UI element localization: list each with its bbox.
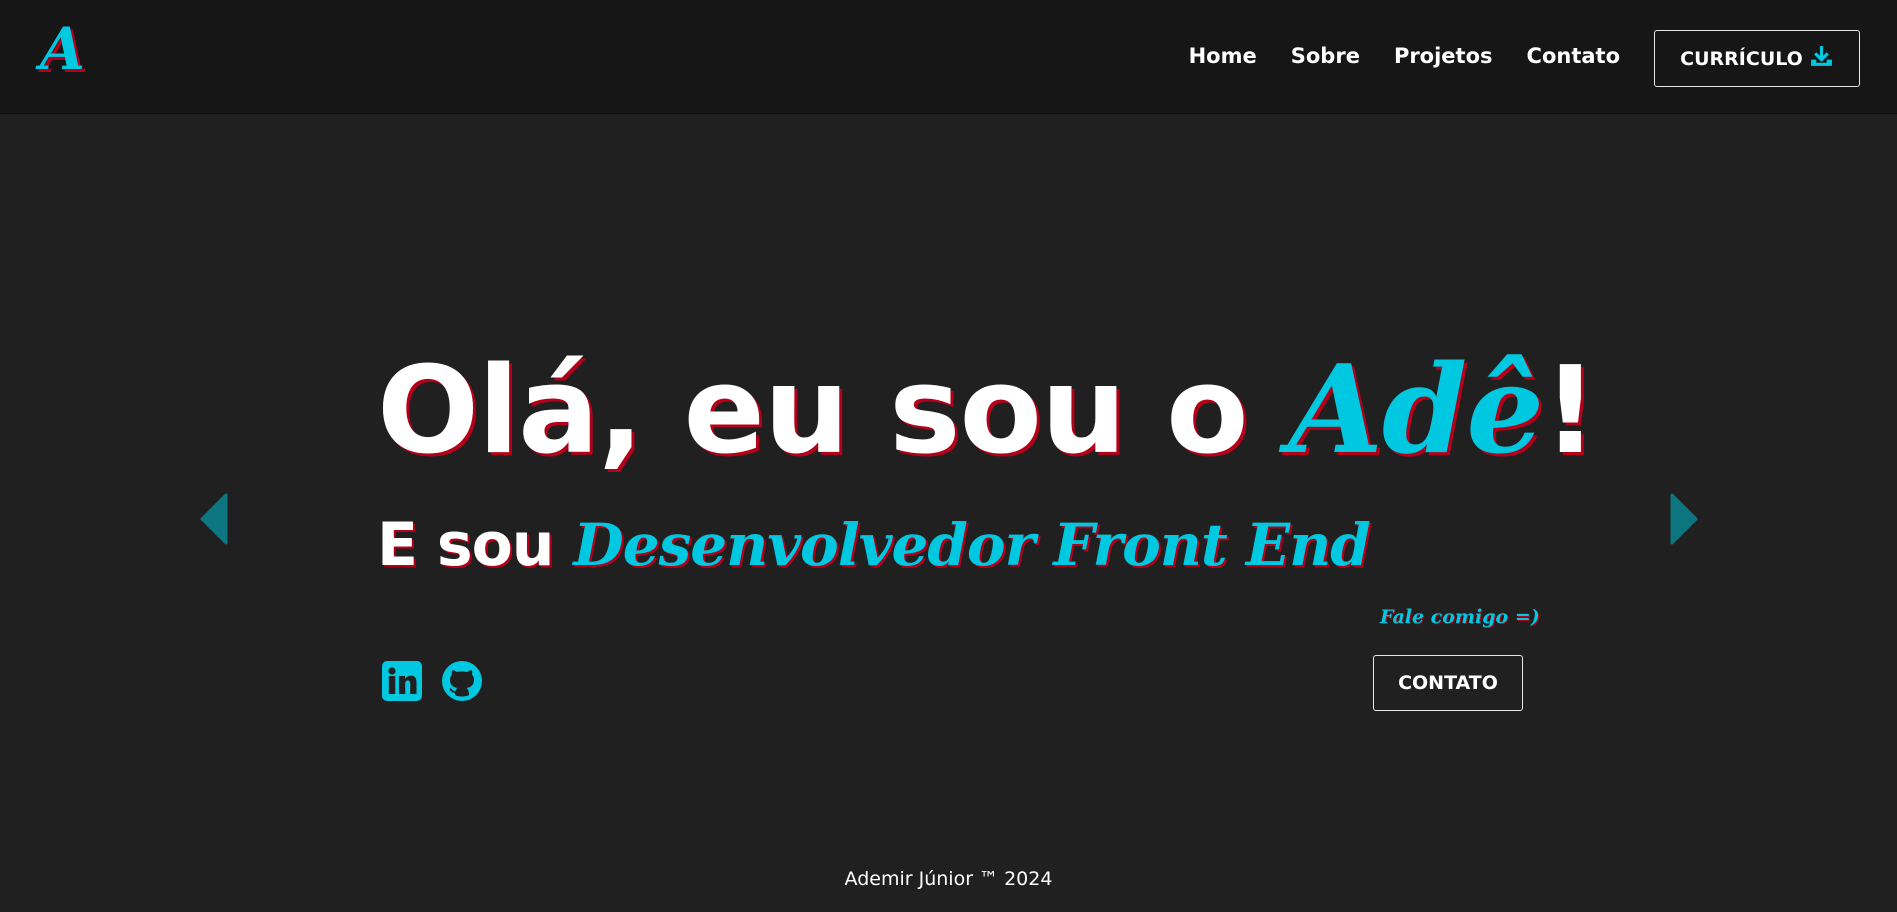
nav-home[interactable]: Home (1189, 44, 1257, 68)
nav-projetos[interactable]: Projetos (1394, 44, 1493, 68)
hero-title-suffix: ! (1542, 342, 1598, 481)
carousel-next-button[interactable] (1670, 493, 1700, 545)
hero-subtitle: E sou Desenvolvedor Front End (377, 510, 1371, 580)
hero-name: Adê (1288, 337, 1544, 481)
footer: Ademir Júnior ™ 2024 (0, 868, 1897, 890)
caret-left-icon (200, 493, 228, 545)
nav-sobre[interactable]: Sobre (1291, 44, 1360, 68)
top-header: A Home Sobre Projetos Contato CURRÍCULO (0, 0, 1897, 114)
github-icon[interactable] (441, 660, 483, 702)
hero-title: Olá, eu sou o Adê! (377, 345, 1598, 475)
logo[interactable]: A (40, 20, 85, 78)
hero-title-prefix: Olá, eu sou o (377, 342, 1289, 481)
hero-role: Desenvolvedor Front End (573, 511, 1370, 579)
talk-to-me-label: Fale comigo =) (1380, 606, 1540, 628)
contato-label: CONTATO (1398, 672, 1498, 694)
nav-contato[interactable]: Contato (1527, 44, 1620, 68)
main-nav: Home Sobre Projetos Contato (1189, 44, 1620, 68)
caret-right-icon (1670, 493, 1698, 545)
curriculo-button[interactable]: CURRÍCULO (1654, 30, 1860, 87)
social-links (381, 660, 483, 702)
contato-button[interactable]: CONTATO (1373, 655, 1523, 711)
download-icon (1809, 44, 1834, 74)
carousel-prev-button[interactable] (198, 493, 228, 545)
footer-text: Ademir Júnior ™ 2024 (844, 868, 1053, 890)
curriculo-label: CURRÍCULO (1680, 47, 1803, 70)
linkedin-icon[interactable] (381, 660, 423, 702)
hero-sub-prefix: E sou (377, 510, 574, 580)
